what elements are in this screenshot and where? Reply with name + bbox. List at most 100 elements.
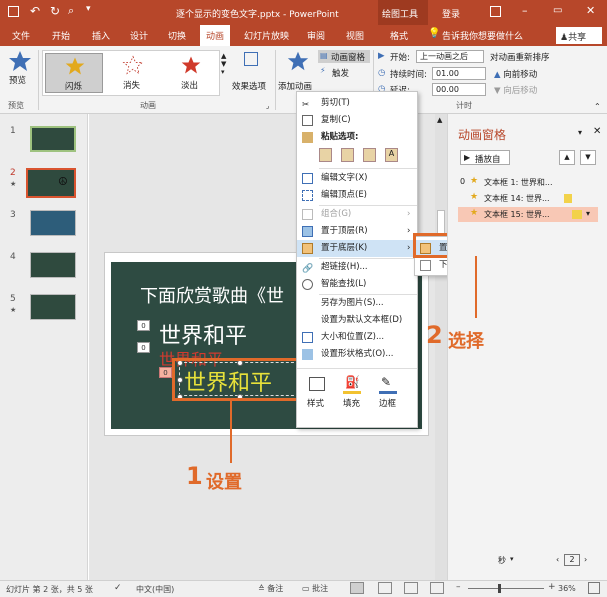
- paste-option-icon[interactable]: [363, 148, 376, 162]
- normal-view-icon[interactable]: [350, 582, 364, 594]
- anim-list-item[interactable]: 0 ★ 文本框 1: 世界和...: [458, 176, 598, 190]
- slide-thumbnail-2[interactable]: ☮: [26, 168, 76, 198]
- format-painter-icon[interactable]: ⌕: [68, 4, 74, 18]
- tab-insert[interactable]: 插入: [92, 29, 110, 42]
- slide-thumbnail-5[interactable]: [30, 294, 76, 320]
- undo-icon[interactable]: ↶: [30, 4, 40, 18]
- menu-item-edit-points[interactable]: 编辑顶点(E): [297, 187, 417, 204]
- effect-flash[interactable]: 闪烁: [45, 53, 103, 93]
- tab-view[interactable]: 视图: [346, 29, 364, 42]
- menu-item-bring-to-front[interactable]: 置于顶层(R) ›: [297, 223, 417, 240]
- title-bar: ↶ ↻ ⌕ ▾ 逐个显示的变色文字.pptx - PowerPoint 绘图工具…: [0, 0, 607, 25]
- play-from-button[interactable]: ▶ 播放自: [460, 150, 510, 165]
- style-button[interactable]: 样式: [303, 375, 333, 415]
- slide-thumbnail-1[interactable]: [30, 126, 76, 152]
- outline-button[interactable]: ✎ 边框: [375, 375, 405, 415]
- anim-list-item[interactable]: ★ 文本框 14: 世界...: [458, 192, 598, 206]
- animation-badge[interactable]: 0: [137, 320, 150, 331]
- trigger-button[interactable]: ⚡ 触发: [318, 66, 370, 79]
- tab-file[interactable]: 文件: [12, 29, 30, 42]
- slide-sorter-icon[interactable]: [378, 582, 392, 594]
- spellcheck-icon[interactable]: ✓: [114, 583, 122, 593]
- menu-item-hyperlink[interactable]: 🔗 超链接(H)...: [297, 259, 417, 276]
- slideshow-view-icon[interactable]: [430, 582, 444, 594]
- move-down-button[interactable]: ▼: [580, 150, 596, 165]
- animation-badge[interactable]: 0: [159, 367, 172, 378]
- submenu-arrow-icon: ›: [407, 243, 411, 253]
- timeline-next-icon[interactable]: ›: [584, 555, 587, 564]
- menu-item-copy[interactable]: 复制(C): [297, 112, 417, 129]
- timeline-prev-icon[interactable]: ‹: [556, 555, 559, 564]
- zoom-out-icon[interactable]: –: [456, 582, 461, 592]
- fit-slide-icon[interactable]: [588, 582, 600, 594]
- zoom-slider[interactable]: [468, 584, 544, 593]
- tab-slideshow[interactable]: 幻灯片放映: [244, 29, 289, 42]
- login-link[interactable]: 登录: [442, 7, 460, 20]
- tab-home[interactable]: 开始: [52, 29, 70, 42]
- menu-item-save-as-picture[interactable]: 另存为图片(S)...: [297, 295, 417, 312]
- paste-option-icon[interactable]: [319, 148, 332, 162]
- menu-item-format-shape[interactable]: 设置形状格式(O)...: [297, 346, 417, 363]
- tab-animations[interactable]: 动画: [200, 25, 231, 46]
- menu-item-cut[interactable]: ✂ 剪切(T): [297, 95, 417, 112]
- customize-qat-icon[interactable]: ▾: [86, 4, 91, 14]
- anim-pane-button[interactable]: ▤ 动画窗格: [318, 50, 370, 63]
- scroll-up-icon[interactable]: ▲: [437, 116, 442, 124]
- zoom-level[interactable]: 36%: [558, 584, 576, 593]
- menu-item-set-default-textbox[interactable]: 设置为默认文本框(D): [297, 312, 417, 329]
- notes-button[interactable]: ≙ 备注: [258, 583, 283, 594]
- effect-fade[interactable]: 淡出: [163, 53, 219, 93]
- ribbon-display-icon[interactable]: [490, 6, 501, 17]
- move-later-button[interactable]: ▼ 向后移动: [494, 84, 537, 96]
- add-animation-button[interactable]: 添加动画: [278, 50, 318, 94]
- effect-disappear[interactable]: 消失: [105, 53, 161, 93]
- preview-button[interactable]: 预览: [6, 50, 34, 90]
- start-select[interactable]: 上一动画之后: [416, 50, 484, 63]
- reading-view-icon[interactable]: [404, 582, 418, 594]
- menu-item-group[interactable]: 组合(G) ›: [297, 206, 417, 223]
- zoom-in-icon[interactable]: +: [548, 582, 556, 592]
- slide-thumbnail-4[interactable]: [30, 252, 76, 278]
- pane-menu-icon[interactable]: ▾: [578, 128, 582, 137]
- anim-list-item[interactable]: ★ 文本框 15: 世界... ▾: [458, 207, 598, 222]
- dialog-launcher-icon[interactable]: ⌟: [266, 102, 269, 110]
- menu-item-smart-lookup[interactable]: 智能查找(L): [297, 276, 417, 293]
- gallery-scroll-icon[interactable]: ▲ ▼ ▾: [221, 52, 226, 76]
- restore-icon[interactable]: ▭: [553, 5, 562, 16]
- paste-option-icon[interactable]: A: [385, 148, 398, 162]
- duration-input[interactable]: 01.00: [432, 67, 486, 80]
- share-button[interactable]: ♟共享: [556, 27, 602, 44]
- menu-item-edit-text[interactable]: 编辑文字(X): [297, 170, 417, 187]
- effect-options-icon: [244, 52, 258, 66]
- paste-option-icon[interactable]: [341, 148, 354, 162]
- zoom-slider-thumb[interactable]: [498, 584, 501, 593]
- language[interactable]: 中文(中国): [136, 584, 174, 595]
- comments-button[interactable]: ▭ 批注: [302, 583, 328, 594]
- item-dropdown-icon[interactable]: ▾: [586, 209, 590, 218]
- animation-badge[interactable]: 0: [137, 342, 150, 353]
- tab-format[interactable]: 格式: [390, 29, 408, 42]
- slide-thumbnail-3[interactable]: [30, 210, 76, 236]
- menu-item-send-to-back[interactable]: 置于底层(K) ›: [297, 240, 417, 257]
- collapse-ribbon-icon[interactable]: ⌃: [594, 102, 601, 111]
- slide-number: 4: [10, 252, 16, 262]
- tab-transitions[interactable]: 切换: [168, 29, 186, 42]
- move-earlier-button[interactable]: ▲ 向前移动: [494, 68, 537, 80]
- seconds-dropdown-icon[interactable]: ▾: [510, 555, 514, 563]
- tab-review[interactable]: 审阅: [307, 29, 325, 42]
- save-icon[interactable]: [8, 6, 19, 17]
- effect-options-button[interactable]: 效果选项: [232, 50, 272, 94]
- tell-me-search[interactable]: 告诉我你想要做什么: [442, 29, 523, 42]
- minimize-icon[interactable]: –: [522, 4, 528, 17]
- close-icon[interactable]: ✕: [586, 4, 595, 17]
- animation-star-mark: ★: [10, 306, 17, 314]
- tab-design[interactable]: 设计: [130, 29, 148, 42]
- menu-item-size-position[interactable]: 大小和位置(Z)...: [297, 329, 417, 346]
- close-pane-icon[interactable]: ✕: [593, 126, 601, 137]
- divider: [38, 50, 39, 110]
- paint-bucket-icon: ⛽: [345, 375, 360, 389]
- fill-button[interactable]: ⛽ 填充: [339, 375, 369, 415]
- delay-input[interactable]: 00.00: [432, 83, 486, 96]
- move-up-button[interactable]: ▲: [559, 150, 575, 165]
- redo-icon[interactable]: ↻: [50, 4, 60, 18]
